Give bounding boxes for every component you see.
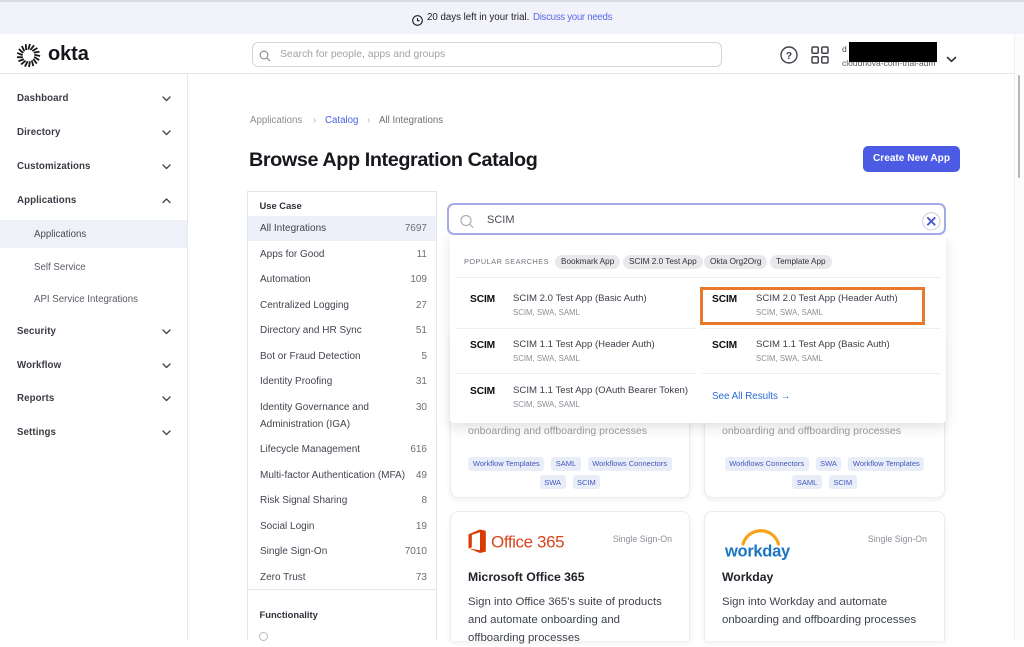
svg-text:Office 365: Office 365 — [491, 533, 564, 552]
svg-text:?: ? — [786, 50, 792, 62]
svg-text:workday: workday — [724, 543, 791, 561]
